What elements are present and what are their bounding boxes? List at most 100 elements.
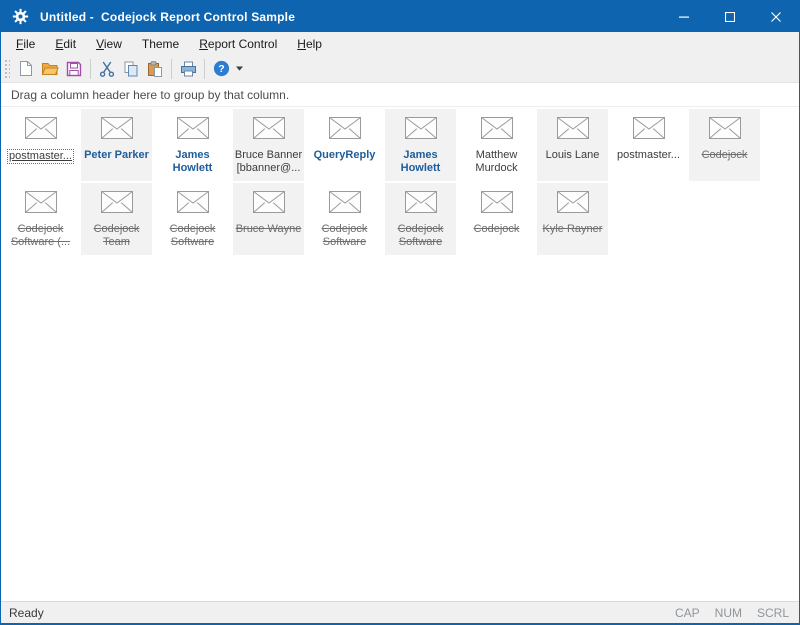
contact-name: postmaster... — [5, 149, 76, 164]
contact-item[interactable]: Bruce Banner[bbanner@... — [233, 109, 304, 181]
window-controls — [661, 1, 799, 32]
items-row-1: postmaster...Peter ParkerJamesHowlettBru… — [5, 109, 799, 181]
keyboard-indicators: CAP NUM SCRL — [675, 606, 789, 620]
contact-item[interactable]: CodejockSoftware — [157, 183, 228, 255]
contact-name-line: postmaster... — [617, 149, 680, 161]
contact-item[interactable]: JamesHowlett — [157, 109, 228, 181]
copy-icon — [123, 61, 139, 77]
scroll-lock-indicator: SCRL — [757, 606, 789, 620]
toolbar-separator — [204, 59, 205, 79]
menu-item-file[interactable]: File — [6, 34, 45, 54]
contact-item[interactable]: QueryReply — [309, 109, 380, 181]
envelope-icon — [557, 191, 589, 218]
dropdown-arrow-button[interactable] — [233, 57, 245, 81]
title-bar: Untitled - Codejock Report Control Sampl… — [1, 1, 799, 32]
contact-name-line: Bruce Banner — [235, 149, 302, 161]
contact-item[interactable]: Codejock — [689, 109, 760, 181]
contact-name-line: James — [403, 149, 437, 161]
contact-name-line: Louis Lane — [546, 149, 600, 161]
new-document-icon — [18, 60, 34, 77]
envelope-icon — [481, 117, 513, 144]
envelope-icon — [177, 117, 209, 144]
contact-name-line: Howlett — [173, 162, 213, 174]
cut-icon — [99, 61, 115, 77]
contact-name-line: Codejock — [398, 223, 444, 235]
envelope-icon — [481, 191, 513, 218]
menu-item-report-control[interactable]: Report Control — [189, 34, 287, 54]
envelope-icon — [101, 191, 133, 218]
contact-item[interactable]: postmaster... — [5, 109, 76, 181]
envelope-icon — [253, 117, 285, 144]
status-bar: Ready CAP NUM SCRL — [1, 601, 799, 623]
contact-item[interactable]: postmaster... — [613, 109, 684, 181]
caps-lock-indicator: CAP — [675, 606, 700, 620]
contact-name-line: Codejock — [18, 223, 64, 235]
menu-item-theme[interactable]: Theme — [132, 34, 189, 54]
contact-name-line: postmaster... — [7, 149, 74, 164]
contact-name: Bruce Banner[bbanner@... — [233, 149, 304, 175]
contact-name: Codejock — [689, 149, 760, 162]
contact-item[interactable]: CodejockSoftware (... — [5, 183, 76, 255]
paste-icon — [147, 61, 163, 77]
contact-name-line: Kyle Rayner — [543, 223, 603, 235]
contact-name: Bruce Wayne — [233, 223, 304, 236]
contact-item[interactable]: JamesHowlett — [385, 109, 456, 181]
contact-name-line: Codejock — [322, 223, 368, 235]
menu-item-edit[interactable]: Edit — [45, 34, 86, 54]
contact-item[interactable]: Peter Parker — [81, 109, 152, 181]
contact-item[interactable]: MatthewMurdock — [461, 109, 532, 181]
contact-item[interactable]: Bruce Wayne — [233, 183, 304, 255]
help-icon: ? — [213, 60, 230, 77]
contact-item[interactable]: Louis Lane — [537, 109, 608, 181]
menu-item-help[interactable]: Help — [287, 34, 332, 54]
contact-name: QueryReply — [309, 149, 380, 162]
copy-button[interactable] — [119, 57, 143, 81]
contact-name: JamesHowlett — [157, 149, 228, 175]
contact-name-line: Software — [171, 236, 214, 248]
paste-button[interactable] — [143, 57, 167, 81]
contact-name: JamesHowlett — [385, 149, 456, 175]
contact-item[interactable]: CodejockSoftware — [309, 183, 380, 255]
envelope-icon — [329, 117, 361, 144]
new-document-button[interactable] — [14, 57, 38, 81]
contact-name: CodejockSoftware (... — [5, 223, 76, 249]
dropdown-arrow-icon — [236, 66, 243, 71]
save-icon — [66, 61, 82, 77]
contact-item[interactable]: CodejockSoftware — [385, 183, 456, 255]
contact-name-line: [bbanner@... — [237, 162, 301, 174]
contact-name: postmaster... — [613, 149, 684, 162]
contact-name-line: Team — [103, 236, 130, 248]
toolbar-separator — [90, 59, 91, 79]
envelope-icon — [101, 117, 133, 144]
toolbar-grip[interactable] — [4, 59, 10, 79]
menu-item-view[interactable]: View — [86, 34, 132, 54]
contact-name-line: Codejock — [702, 149, 748, 161]
contact-name-line: Peter Parker — [84, 149, 149, 161]
cut-button[interactable] — [95, 57, 119, 81]
status-message: Ready — [9, 606, 44, 620]
contact-name-line: Software — [399, 236, 442, 248]
contact-name-line: Howlett — [401, 162, 441, 174]
contact-name-line: Codejock — [170, 223, 216, 235]
envelope-icon — [253, 191, 285, 218]
contact-name-line: Matthew — [476, 149, 518, 161]
print-icon — [180, 61, 197, 77]
group-by-hint: Drag a column header here to group by th… — [11, 88, 289, 102]
group-by-box[interactable]: Drag a column header here to group by th… — [1, 83, 799, 107]
help-button[interactable]: ? — [209, 57, 233, 81]
open-folder-button[interactable] — [38, 57, 62, 81]
print-button[interactable] — [176, 57, 200, 81]
contact-name-line: Software — [323, 236, 366, 248]
save-button[interactable] — [62, 57, 86, 81]
items-row-2: CodejockSoftware (...CodejockTeamCodejoc… — [5, 183, 799, 255]
app-window: Untitled - Codejock Report Control Sampl… — [0, 0, 800, 625]
minimize-button[interactable] — [661, 1, 707, 32]
close-button[interactable] — [753, 1, 799, 32]
contact-item[interactable]: Codejock — [461, 183, 532, 255]
contact-item[interactable]: CodejockTeam — [81, 183, 152, 255]
envelope-icon — [709, 117, 741, 144]
maximize-button[interactable] — [707, 1, 753, 32]
report-items-area: postmaster...Peter ParkerJamesHowlettBru… — [1, 107, 799, 601]
contact-name: Peter Parker — [81, 149, 152, 162]
contact-item[interactable]: Kyle Rayner — [537, 183, 608, 255]
